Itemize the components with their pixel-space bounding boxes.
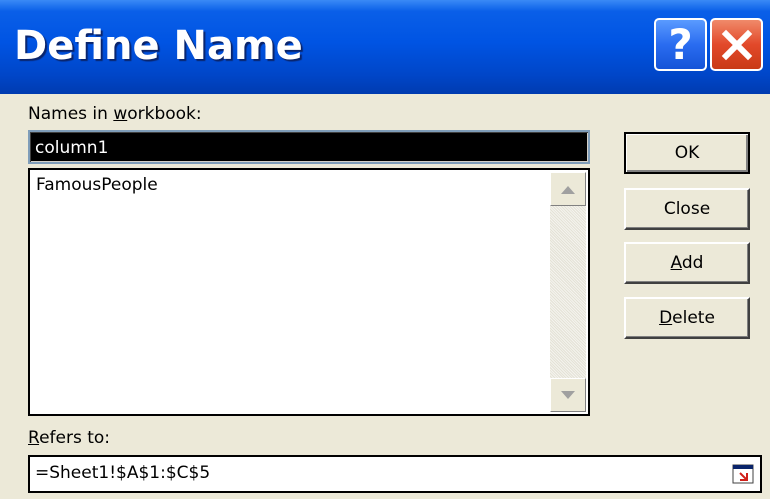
ok-button[interactable]: OK	[624, 132, 750, 174]
add-button[interactable]: Add	[624, 242, 750, 284]
list-item[interactable]: FamousPeople	[36, 175, 158, 195]
refers-to-input[interactable]: =Sheet1!$A$1:$C$5	[28, 455, 762, 493]
name-input-value: column1	[33, 135, 111, 161]
collapse-dialog-icon[interactable]	[732, 464, 754, 484]
window-title: Define Name	[14, 23, 303, 69]
refers-to-value: =Sheet1!$A$1:$C$5	[35, 463, 211, 483]
close-button-label: Close	[663, 199, 711, 219]
close-icon	[721, 29, 752, 60]
ok-button-label: OK	[674, 143, 700, 163]
name-input[interactable]: column1	[28, 130, 590, 164]
delete-button[interactable]: Delete	[624, 297, 750, 339]
vertical-scrollbar[interactable]	[550, 172, 586, 412]
delete-button-label: Delete	[659, 308, 715, 328]
scroll-down-icon	[561, 390, 575, 399]
close-window-button[interactable]	[710, 18, 763, 71]
help-icon: ?	[668, 20, 693, 69]
add-button-label: Add	[670, 253, 704, 273]
help-button[interactable]: ?	[654, 18, 707, 71]
names-listbox[interactable]: FamousPeople	[28, 168, 590, 416]
close-button[interactable]: Close	[624, 188, 750, 230]
refers-to-label: Refers to:	[28, 428, 111, 448]
names-in-workbook-label: Names in workbook:	[28, 104, 202, 124]
title-bar[interactable]: Define Name ?	[0, 0, 770, 94]
scroll-down-button[interactable]	[550, 378, 586, 412]
scroll-up-button[interactable]	[550, 172, 586, 206]
scroll-up-icon	[561, 185, 575, 194]
